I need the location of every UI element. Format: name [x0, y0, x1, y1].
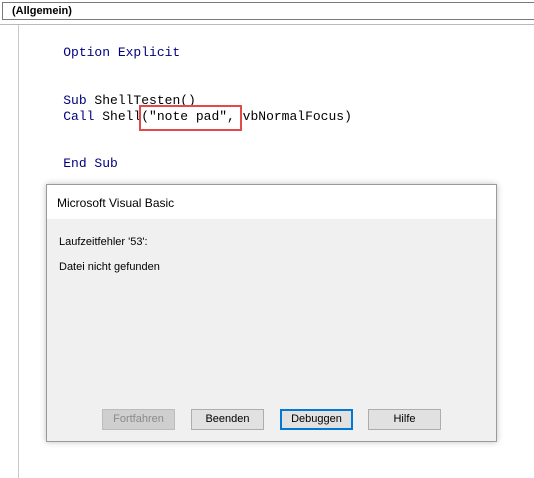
code-line-end-sub: End Sub	[32, 141, 118, 186]
keyword-sub: Sub	[63, 93, 87, 108]
object-combobox-value: (Allgemein)	[12, 5, 72, 17]
margin-indicator-bar[interactable]	[0, 25, 19, 478]
object-combobox[interactable]: (Allgemein)	[2, 2, 534, 20]
dialog-titlebar[interactable]: Microsoft Visual Basic	[47, 185, 496, 219]
error-code-label: Laufzeitfehler '53':	[59, 236, 148, 248]
dialog-title: Microsoft Visual Basic	[57, 196, 175, 210]
error-dialog: Microsoft Visual Basic Laufzeitfehler '5…	[46, 184, 497, 442]
highlight-box	[139, 105, 242, 131]
continue-button[interactable]: Fortfahren	[102, 409, 175, 430]
keyword-option-explicit: Option Explicit	[63, 45, 181, 60]
debug-button[interactable]: Debuggen	[280, 409, 353, 430]
help-button[interactable]: Hilfe	[368, 409, 441, 430]
code-window-header: (Allgemein)	[0, 0, 534, 25]
keyword-call: Call	[63, 109, 95, 124]
keyword-end-sub: End Sub	[63, 156, 118, 171]
error-message-label: Datei nicht gefunden	[59, 261, 160, 273]
end-button[interactable]: Beenden	[191, 409, 264, 430]
code-line-option-explicit: Option Explicit	[32, 30, 180, 75]
